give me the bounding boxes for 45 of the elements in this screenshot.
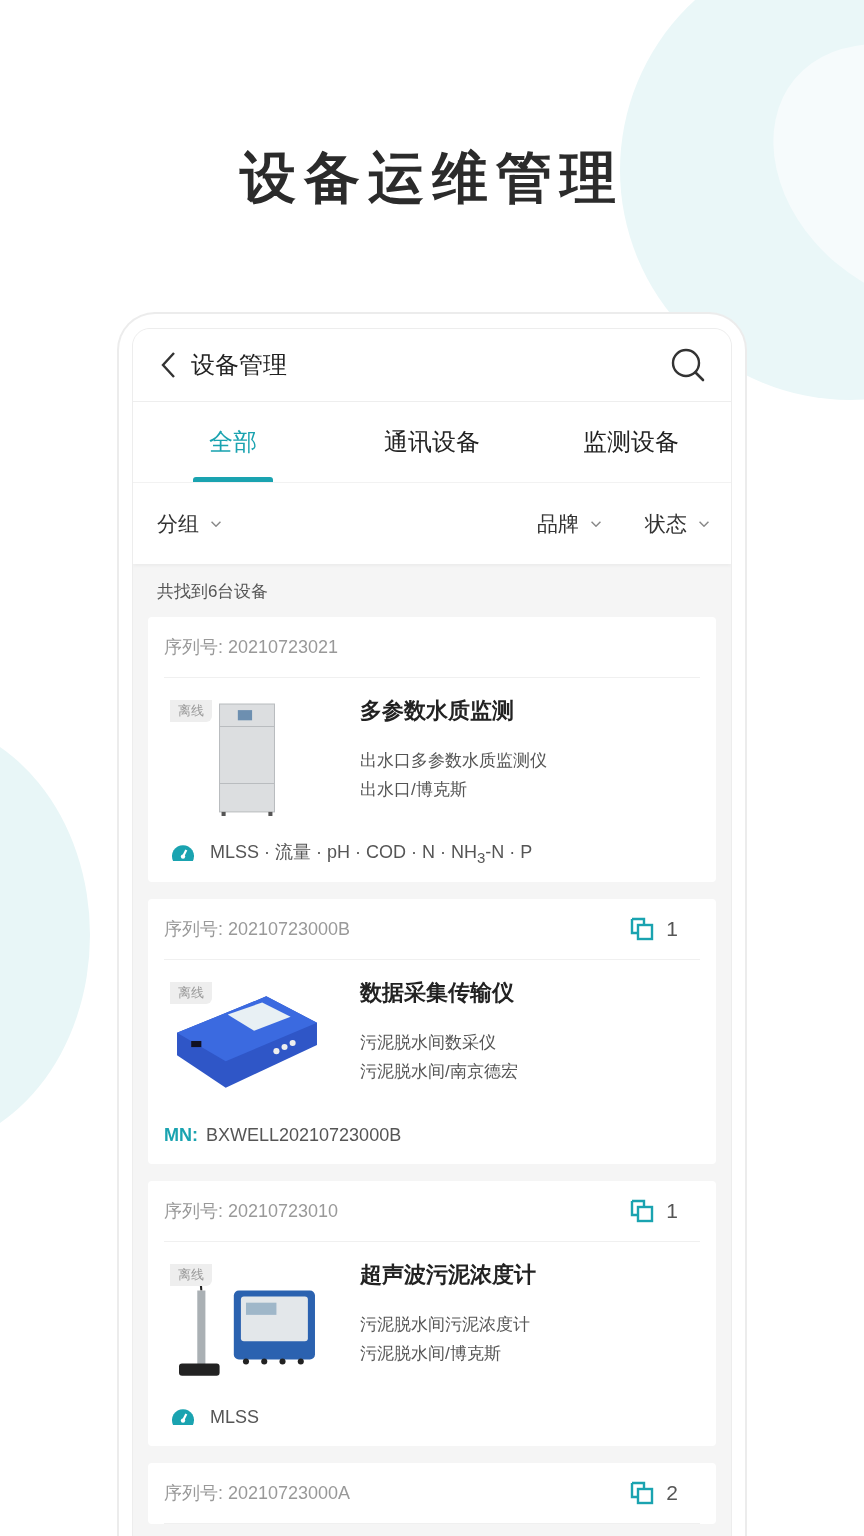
screen-title: 设备管理 — [191, 350, 288, 380]
caret-icon — [591, 520, 601, 527]
filter-dropdown[interactable]: 品牌 — [537, 509, 601, 538]
filter-dropdown[interactable]: 状态 — [645, 509, 709, 538]
status-badge: 离线 — [170, 982, 212, 1004]
gauge-icon — [172, 1408, 194, 1426]
device-name: 数据采集传输仪 — [360, 979, 515, 1007]
search-icon[interactable] — [671, 348, 705, 382]
mn-value: BXWELL20210723000B — [206, 1124, 402, 1146]
caret-icon — [211, 520, 221, 527]
device-name: 超声波污泥浓度计 — [360, 1261, 536, 1289]
parameter-list: MLSS — [210, 1406, 260, 1428]
device-location: 污泥脱水间/博克斯 — [360, 1343, 502, 1365]
result-count: 共找到6台设备 — [156, 581, 270, 603]
device-location: 出水口/博克斯 — [360, 779, 468, 801]
serial-number: 序列号: 20210723000A — [164, 1482, 352, 1505]
linked-squares-icon — [630, 1199, 655, 1223]
serial-number: 序列号: 20210723000B — [164, 918, 352, 941]
filter-dropdown[interactable]: 分组 — [157, 509, 221, 538]
tab[interactable]: 监测设备 — [571, 402, 692, 482]
caret-icon — [699, 520, 709, 527]
linked-count: 2 — [666, 1481, 678, 1505]
device-description: 污泥脱水间污泥浓度计 — [360, 1314, 531, 1336]
device-description: 出水口多参数水质监测仪 — [360, 750, 547, 772]
gauge-icon — [172, 844, 194, 862]
back-icon[interactable] — [159, 351, 177, 379]
parameter-list: MLSS · 流量 · pH · COD · N · NH$_{3}$-N · P — [210, 840, 533, 866]
status-badge: 离线 — [170, 700, 212, 722]
linked-count: 1 — [666, 917, 678, 941]
serial-number: 序列号: 20210723021 — [164, 636, 340, 659]
device-card[interactable]: 序列号: 20210723021 离线 多参数水质监测 出水口多参数水质监测仪 出水口/博克斯 MLSS · 流量 · pH · COD · N · NH$_{3}$-N · P — [148, 617, 716, 882]
device-name: 多参数水质监测 — [360, 697, 515, 725]
tab[interactable]: 通讯设备 — [372, 402, 492, 482]
mn-label: MN: — [164, 1124, 198, 1146]
status-badge: 离线 — [170, 1264, 212, 1286]
device-location: 污泥脱水间/南京德宏 — [360, 1061, 518, 1083]
linked-count: 1 — [666, 1199, 678, 1223]
device-card[interactable]: 序列号: 20210723000A 2 — [148, 1463, 716, 1524]
device-card[interactable]: 序列号: 20210723010 1 离线 超声波污泥浓度计 污泥脱水间污泥浓度计 污泥脱水间/博克斯 MLSS — [148, 1181, 716, 1446]
page-title: 设备运维管理 — [238, 145, 625, 211]
serial-number: 序列号: 20210723010 — [164, 1200, 340, 1223]
device-description: 污泥脱水间数采仪 — [360, 1032, 497, 1054]
device-card[interactable]: 序列号: 20210723000B 1 离线 数据采集传输仪 污泥脱水间数采仪 污泥脱水间/南京德宏 MN: BXWELL20210723000B — [148, 899, 716, 1164]
linked-squares-icon — [630, 1481, 655, 1505]
linked-squares-icon — [630, 917, 655, 941]
